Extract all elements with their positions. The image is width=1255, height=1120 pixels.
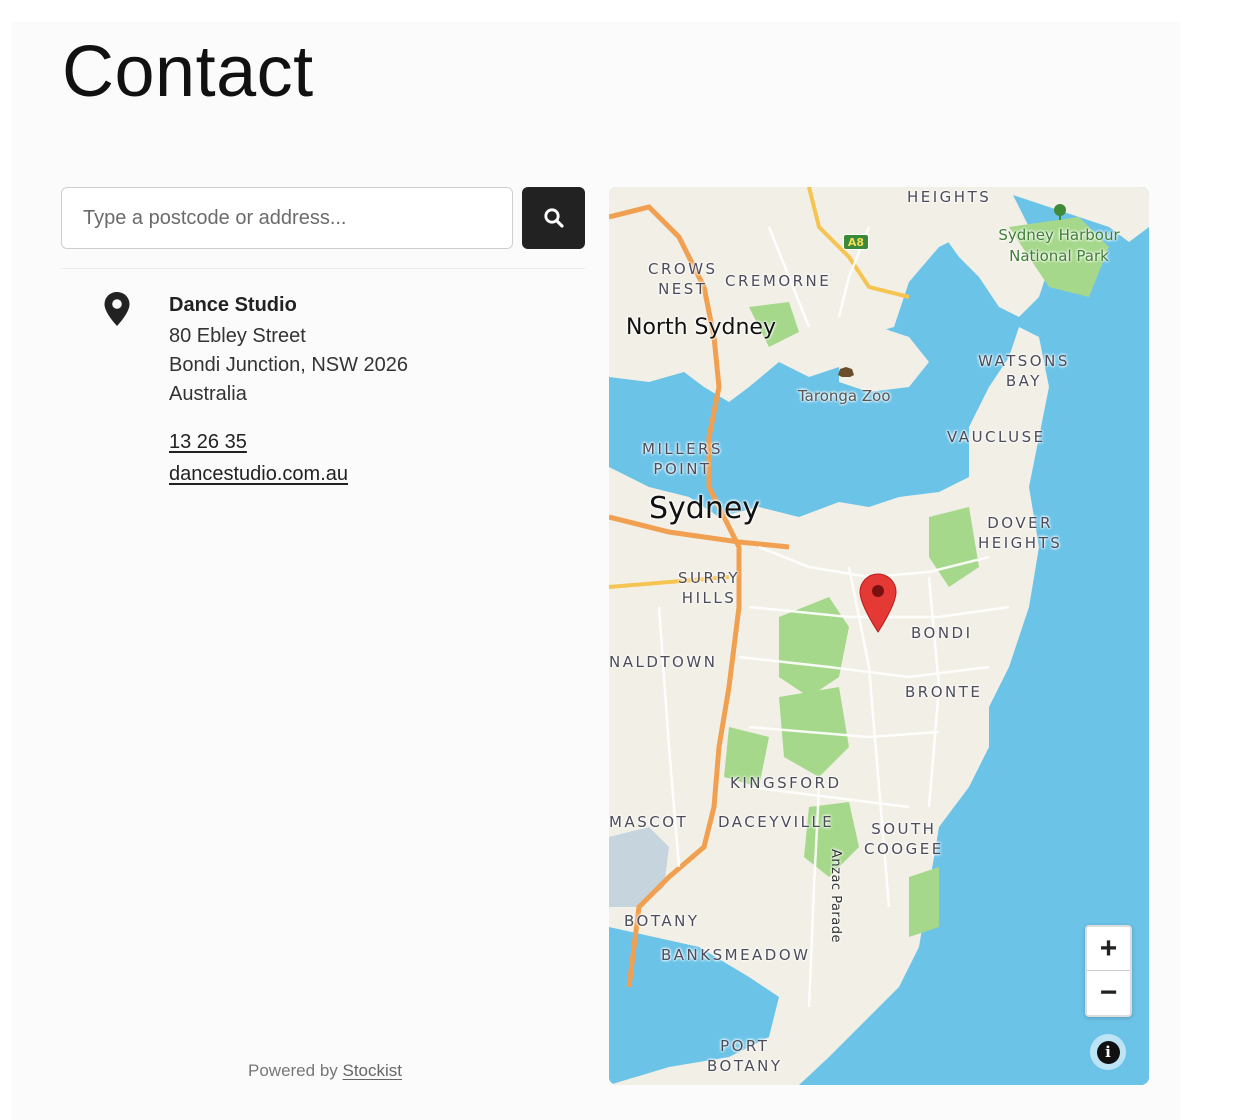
map-label-bondi: BONDI bbox=[911, 624, 973, 642]
map-label-mascot: MASCOT bbox=[609, 813, 689, 831]
powered-by: Powered by Stockist bbox=[248, 1061, 402, 1081]
map-label-millers-point: MILLERS POINT bbox=[642, 439, 723, 479]
search-icon bbox=[543, 208, 564, 228]
store-name: Dance Studio bbox=[169, 294, 297, 316]
route-a8-badge: A8 bbox=[843, 234, 869, 250]
map-label-heights: HEIGHTS bbox=[907, 188, 992, 206]
address-line-2: Bondi Junction, NSW 2026 bbox=[169, 354, 409, 376]
map-label-watsons-bay-line2: BAY bbox=[1005, 372, 1042, 390]
map-label-banksmeadow: BANKSMEADOW bbox=[661, 946, 811, 964]
map-label-vaucluse: VAUCLUSE bbox=[947, 428, 1046, 446]
store-map[interactable]: HEIGHTS A8 Sydney Harbour National Park … bbox=[609, 187, 1149, 1085]
map-label-surry-hills-line1: SURRY bbox=[678, 569, 741, 587]
map-label-port-botany: PORT BOTANY bbox=[707, 1036, 782, 1076]
map-label-south-coogee: SOUTH COOGEE bbox=[864, 819, 944, 859]
map-label-harbour-park-line2: National Park bbox=[1009, 247, 1109, 265]
map-label-millers-point-line2: POINT bbox=[653, 460, 712, 478]
map-label-surry-hills-line2: HILLS bbox=[681, 589, 737, 607]
phone-link[interactable]: 13 26 35 bbox=[169, 426, 569, 458]
map-label-harbour-park-line1: Sydney Harbour bbox=[998, 226, 1120, 244]
info-icon: i bbox=[1096, 1040, 1120, 1064]
map-label-crows-nest-line2: NEST bbox=[658, 280, 708, 298]
map-label-bronte: BRONTE bbox=[905, 683, 983, 701]
map-label-crows-nest: CROWS NEST bbox=[648, 259, 718, 299]
address-line-1: 80 Ebley Street bbox=[169, 325, 306, 347]
park-tree-icon bbox=[1054, 204, 1066, 220]
map-label-cremorne: CREMORNE bbox=[725, 272, 832, 290]
map-info-button[interactable]: i bbox=[1090, 1034, 1126, 1070]
store-marker-icon[interactable] bbox=[859, 573, 897, 633]
map-label-dover-heights: DOVER HEIGHTS bbox=[978, 513, 1062, 553]
powered-by-text: Powered by bbox=[248, 1061, 343, 1080]
map-label-south-coogee-line1: SOUTH bbox=[871, 820, 937, 838]
map-label-dover-heights-line1: DOVER bbox=[987, 514, 1054, 532]
zoo-icon bbox=[838, 367, 854, 377]
map-label-watsons-bay-line1: WATSONS bbox=[978, 352, 1070, 370]
map-label-sydney: Sydney bbox=[649, 491, 761, 526]
map-label-port-botany-line2: BOTANY bbox=[707, 1057, 783, 1075]
map-label-watsons-bay: WATSONS BAY bbox=[978, 351, 1070, 391]
zoom-control: + − bbox=[1085, 925, 1132, 1017]
map-label-north-sydney: North Sydney bbox=[626, 315, 776, 340]
website-link[interactable]: dancestudio.com.au bbox=[169, 458, 569, 490]
zoom-out-button[interactable]: − bbox=[1087, 971, 1130, 1015]
map-label-anzac-parade: Anzac Parade bbox=[828, 849, 843, 943]
map-label-harbour-park: Sydney Harbour National Park bbox=[994, 225, 1124, 267]
map-label-crows-nest-line1: CROWS bbox=[648, 260, 718, 278]
map-label-port-botany-line1: PORT bbox=[720, 1037, 770, 1055]
search-button[interactable] bbox=[522, 187, 585, 249]
map-pin-icon bbox=[104, 292, 130, 326]
map-label-botany: BOTANY bbox=[624, 912, 700, 930]
map-label-surry-hills: SURRY HILLS bbox=[678, 568, 740, 608]
stockist-link[interactable]: Stockist bbox=[343, 1061, 403, 1080]
search-box bbox=[61, 187, 513, 249]
address-line-3: Australia bbox=[169, 383, 247, 405]
zoom-in-button[interactable]: + bbox=[1087, 927, 1130, 971]
map-label-waterloo: NALDTOWN bbox=[609, 653, 718, 671]
map-label-taronga-zoo: Taronga Zoo bbox=[798, 387, 891, 405]
map-label-dover-heights-line2: HEIGHTS bbox=[978, 534, 1063, 552]
search-input[interactable] bbox=[62, 188, 512, 248]
map-label-kingsford: KINGSFORD bbox=[730, 774, 842, 792]
page-title: Contact bbox=[62, 32, 314, 112]
map-label-south-coogee-line2: COOGEE bbox=[864, 840, 944, 858]
results-divider bbox=[61, 268, 585, 269]
map-label-millers-point-line1: MILLERS bbox=[642, 440, 724, 458]
map-label-daceyville: DACEYVILLE bbox=[718, 813, 835, 831]
